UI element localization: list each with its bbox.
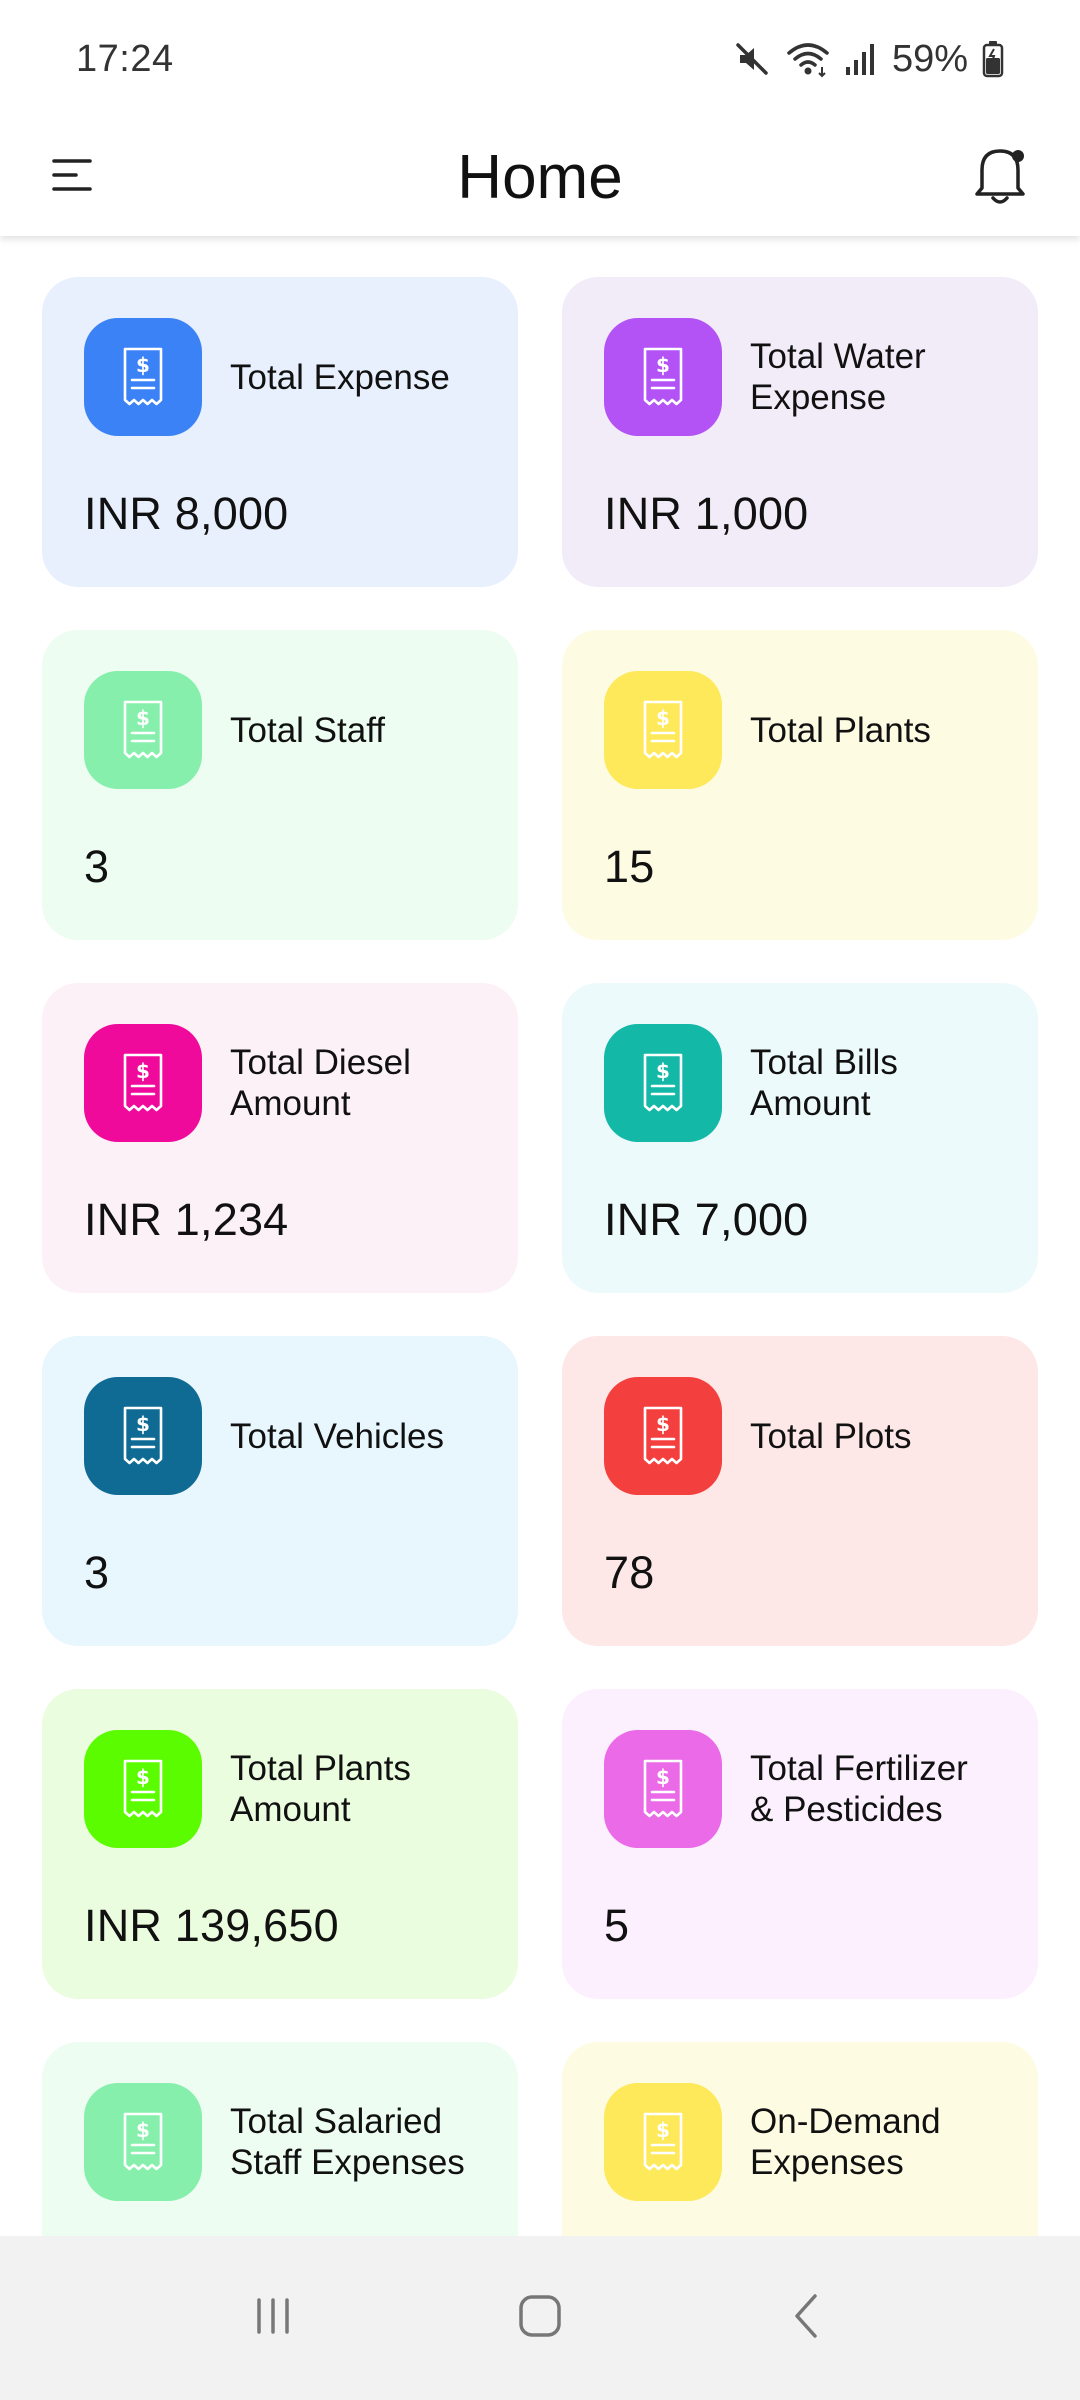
summary-card-label: Total Water Expense xyxy=(750,337,926,417)
signal-icon xyxy=(844,41,878,77)
summary-card-value: INR 1,234 xyxy=(84,1194,289,1245)
back-button[interactable] xyxy=(747,2268,867,2368)
summary-card[interactable]: $ Total Vehicles 3 xyxy=(42,1336,518,1646)
summary-card-header: $ On-Demand Expenses xyxy=(604,2083,996,2201)
summary-card-value: 78 xyxy=(604,1547,655,1598)
summary-card-label: Total Plots xyxy=(750,1416,912,1456)
summary-card[interactable]: $ On-Demand Expenses xyxy=(562,2042,1038,2236)
summary-card[interactable]: $ Total Fertilizer & Pesticides 5 xyxy=(562,1689,1038,1999)
summary-card[interactable]: $ Total Diesel Amount INR 1,234 xyxy=(42,983,518,1293)
svg-text:$: $ xyxy=(136,1412,150,1436)
receipt-icon: $ xyxy=(604,2083,722,2201)
svg-text:$: $ xyxy=(656,706,670,730)
summary-card-header: $ Total Plots xyxy=(604,1377,996,1495)
receipt-icon: $ xyxy=(84,2083,202,2201)
system-nav-bar xyxy=(0,2236,1080,2400)
summary-card[interactable]: $ Total Staff 3 xyxy=(42,630,518,940)
mute-icon xyxy=(732,39,772,79)
summary-card-header: $ Total Vehicles xyxy=(84,1377,476,1495)
svg-text:$: $ xyxy=(136,1765,150,1789)
summary-card-label: Total Expense xyxy=(230,357,450,397)
summary-card[interactable]: $ Total Bills Amount INR 7,000 xyxy=(562,983,1038,1293)
svg-text:$: $ xyxy=(136,2118,150,2142)
home-icon xyxy=(517,2293,563,2344)
svg-text:$: $ xyxy=(656,1059,670,1083)
summary-card-header: $ Total Fertilizer & Pesticides xyxy=(604,1730,996,1848)
summary-card[interactable]: $ Total Expense INR 8,000 xyxy=(42,277,518,587)
dashboard-content[interactable]: $ Total Expense INR 8,000 $ Total Water Expe… xyxy=(0,236,1080,2236)
summary-card-value: 15 xyxy=(604,841,655,892)
notifications-button[interactable] xyxy=(966,132,1034,222)
menu-icon xyxy=(50,155,94,200)
svg-text:$: $ xyxy=(656,1765,670,1789)
svg-text:$: $ xyxy=(136,353,150,377)
home-button[interactable] xyxy=(480,2268,600,2368)
summary-card-label: Total Plants Amount xyxy=(230,1749,411,1829)
battery-icon xyxy=(982,40,1004,78)
summary-card[interactable]: $ Total Plants 15 xyxy=(562,630,1038,940)
summary-card-value: INR 7,000 xyxy=(604,1194,809,1245)
summary-card-header: $ Total Water Expense xyxy=(604,318,996,436)
receipt-icon: $ xyxy=(604,318,722,436)
summary-card-value: INR 1,000 xyxy=(604,488,809,539)
app-bar: Home xyxy=(0,118,1080,236)
summary-card-header: $ Total Plants Amount xyxy=(84,1730,476,1848)
summary-card-value: 3 xyxy=(84,841,110,892)
svg-text:$: $ xyxy=(656,2118,670,2142)
bell-icon xyxy=(972,142,1028,213)
receipt-icon: $ xyxy=(84,671,202,789)
status-time: 17:24 xyxy=(76,37,174,80)
receipt-icon: $ xyxy=(84,318,202,436)
summary-card[interactable]: $ Total Plots 78 xyxy=(562,1336,1038,1646)
summary-card-label: Total Plants xyxy=(750,710,931,750)
summary-card-header: $ Total Diesel Amount xyxy=(84,1024,476,1142)
svg-text:$: $ xyxy=(136,706,150,730)
summary-card-grid: $ Total Expense INR 8,000 $ Total Water Expe… xyxy=(42,277,1038,2236)
receipt-icon: $ xyxy=(84,1377,202,1495)
summary-card[interactable]: $ Total Plants Amount INR 139,650 xyxy=(42,1689,518,1999)
receipt-icon: $ xyxy=(84,1730,202,1848)
svg-text:$: $ xyxy=(656,353,670,377)
receipt-icon: $ xyxy=(604,1024,722,1142)
summary-card[interactable]: $ Total Water Expense INR 1,000 xyxy=(562,277,1038,587)
receipt-icon: $ xyxy=(604,1377,722,1495)
back-icon xyxy=(787,2292,827,2345)
svg-text:$: $ xyxy=(136,1059,150,1083)
summary-card-header: $ Total Plants xyxy=(604,671,996,789)
summary-card-value: INR 8,000 xyxy=(84,488,289,539)
summary-card-header: $ Total Bills Amount xyxy=(604,1024,996,1142)
summary-card[interactable]: $ Total Salaried Staff Expenses xyxy=(42,2042,518,2236)
summary-card-header: $ Total Salaried Staff Expenses xyxy=(84,2083,476,2201)
status-bar: 17:24 59% xyxy=(0,0,1080,118)
receipt-icon: $ xyxy=(84,1024,202,1142)
home-screen: 17:24 59% Home $ Total Expense INR 8,000… xyxy=(0,0,1080,2400)
summary-card-label: Total Bills Amount xyxy=(750,1043,898,1123)
summary-card-header: $ Total Staff xyxy=(84,671,476,789)
recent-apps-button[interactable] xyxy=(213,2268,333,2368)
receipt-icon: $ xyxy=(604,1730,722,1848)
page-title: Home xyxy=(457,142,623,212)
summary-card-header: $ Total Expense xyxy=(84,318,476,436)
svg-text:$: $ xyxy=(656,1412,670,1436)
menu-button[interactable] xyxy=(50,142,102,212)
battery-percent: 59% xyxy=(891,37,968,80)
recent-apps-icon xyxy=(251,2294,295,2343)
receipt-icon: $ xyxy=(604,671,722,789)
summary-card-value: 5 xyxy=(604,1900,630,1951)
summary-card-label: Total Staff xyxy=(230,710,386,750)
summary-card-value: INR 139,650 xyxy=(84,1900,339,1951)
summary-card-label: Total Salaried Staff Expenses xyxy=(230,2102,465,2182)
summary-card-label: Total Vehicles xyxy=(230,1416,445,1456)
summary-card-label: On-Demand Expenses xyxy=(750,2102,941,2182)
summary-card-label: Total Fertilizer & Pesticides xyxy=(750,1749,968,1829)
summary-card-value: 3 xyxy=(84,1547,110,1598)
wifi-icon xyxy=(786,39,830,79)
summary-card-label: Total Diesel Amount xyxy=(230,1043,411,1123)
status-icons: 59% xyxy=(732,38,1004,81)
